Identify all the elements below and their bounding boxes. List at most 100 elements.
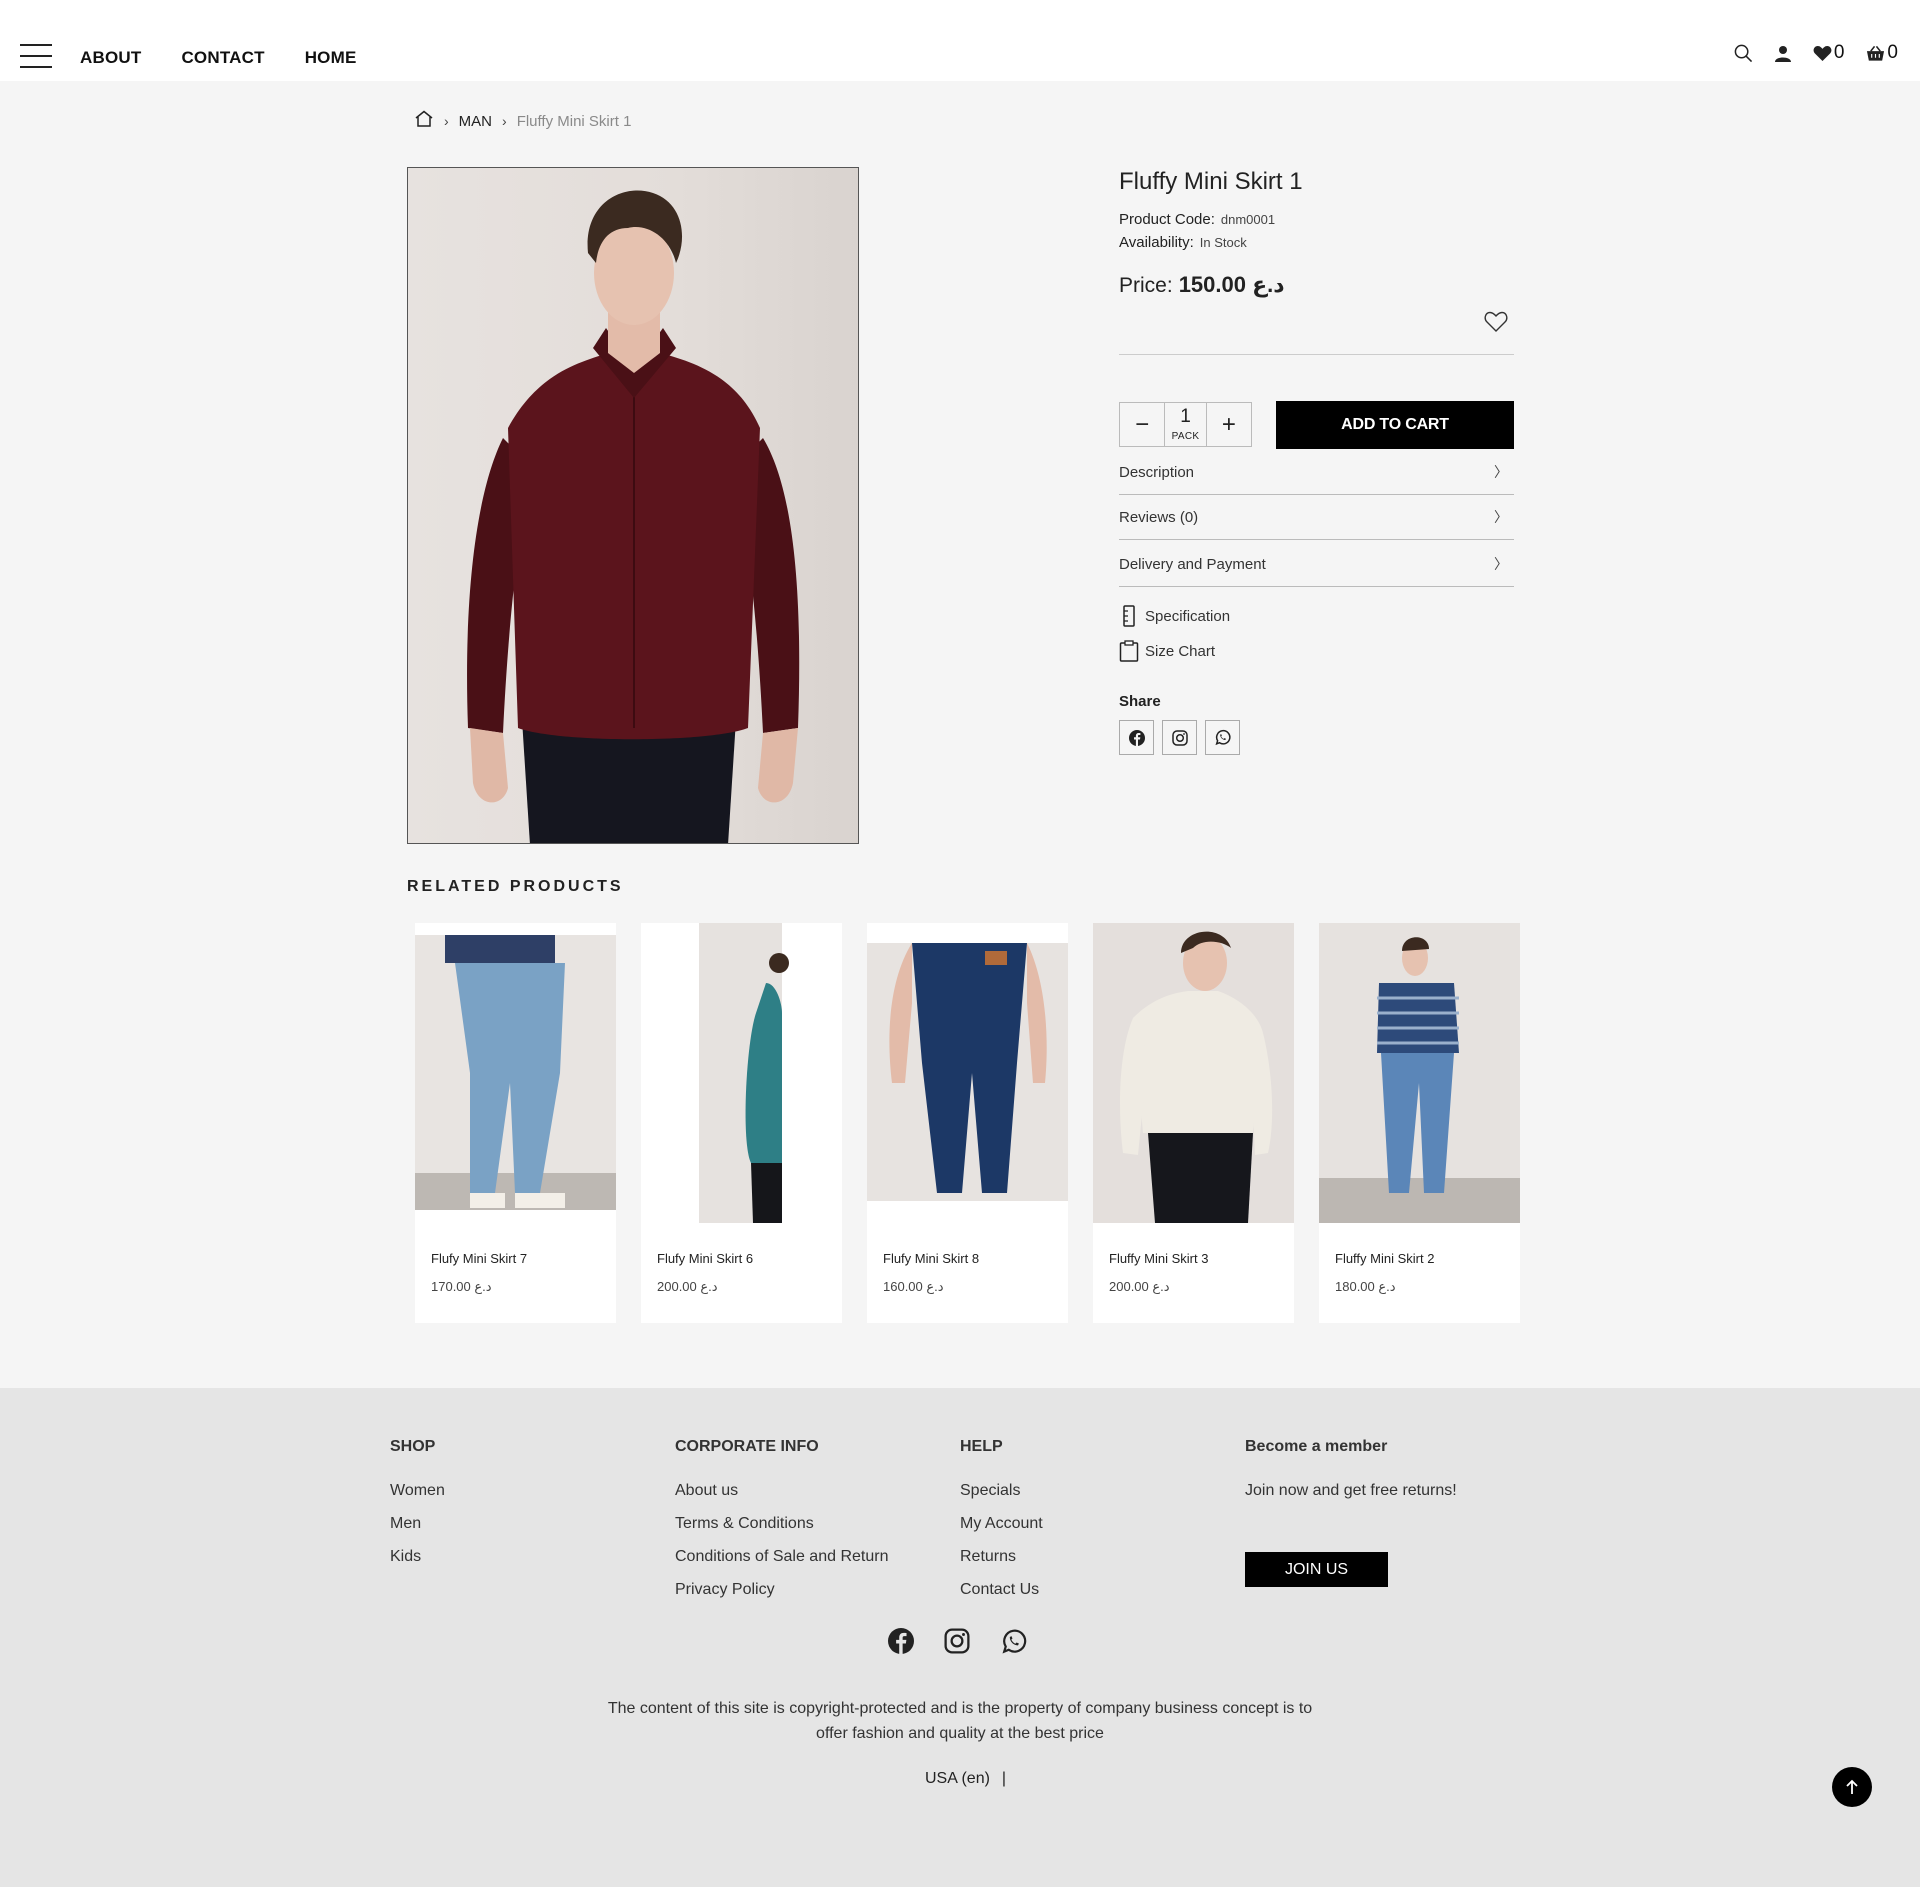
size-chart-link[interactable]: Size Chart (1119, 640, 1215, 662)
footer-help-title: HELP (960, 1438, 1003, 1455)
accordion-label: Reviews (0) (1119, 508, 1199, 526)
product-card[interactable]: Flufy Mini Skirt 7 170.00 د.ع (415, 923, 616, 1323)
add-to-cart-button[interactable]: ADD TO CART (1276, 401, 1514, 449)
footer-member-text: Join now and get free returns! (1245, 1482, 1457, 1499)
product-card-image (641, 923, 842, 1223)
product-card-name: Fluffy Mini Skirt 2 (1335, 1251, 1435, 1266)
footer-link-contact[interactable]: Contact Us (960, 1573, 1043, 1606)
footer-link-women[interactable]: Women (390, 1474, 445, 1507)
arrow-up-icon (1846, 1779, 1858, 1794)
footer-link-conditions[interactable]: Conditions of Sale and Return (675, 1540, 888, 1573)
product-card-price: 200.00 د.ع (657, 1279, 718, 1294)
footer-corporate-column: CORPORATE INFO About us Terms & Conditio… (675, 1438, 888, 1606)
product-card-name: Flufy Mini Skirt 8 (883, 1251, 980, 1266)
footer-link-account[interactable]: My Account (960, 1507, 1043, 1540)
quantity-value: 1 (1180, 406, 1191, 427)
locale-selector[interactable]: USA (en) | (925, 1770, 1006, 1788)
related-products-title: RELATED PRODUCTS (407, 878, 624, 895)
home-icon[interactable] (414, 110, 434, 132)
back-to-top-button[interactable] (1832, 1767, 1872, 1807)
product-card-name: Flufy Mini Skirt 6 (657, 1251, 754, 1266)
product-card-price: 160.00 د.ع (883, 1279, 944, 1294)
footer-link-specials[interactable]: Specials (960, 1474, 1043, 1507)
decrease-quantity-button[interactable]: − (1120, 403, 1164, 446)
chevron-right-icon: 〉 (1494, 509, 1508, 525)
product-card-image (1093, 923, 1294, 1223)
footer-help-column: HELP Specials My Account Returns Contact… (960, 1438, 1043, 1606)
account-icon[interactable] (1774, 45, 1791, 62)
chevron-right-icon: 〉 (1494, 556, 1508, 572)
product-card-image (867, 923, 1068, 1223)
facebook-icon[interactable] (888, 1628, 914, 1660)
clipboard-icon (1119, 640, 1139, 662)
availability-value: In Stock (1199, 235, 1247, 250)
footer-member-column: Become a member Join now and get free re… (1245, 1438, 1485, 1598)
share-facebook-button[interactable] (1119, 720, 1154, 755)
breadcrumb-chevron-icon: › (444, 113, 449, 129)
accordion-label: Description (1119, 463, 1195, 481)
menu-icon[interactable] (20, 42, 52, 70)
footer-link-about[interactable]: About us (675, 1474, 888, 1507)
product-price: Price: 150.00 د.ع (1119, 272, 1514, 298)
share-instagram-button[interactable] (1162, 720, 1197, 755)
price-amount: 150.00 د.ع (1178, 272, 1285, 297)
breadcrumb: › MAN › Fluffy Mini Skirt 1 (414, 110, 631, 132)
footer-link-terms[interactable]: Terms & Conditions (675, 1507, 888, 1540)
nav-home[interactable]: HOME (305, 48, 357, 68)
footer-link-returns[interactable]: Returns (960, 1540, 1043, 1573)
specification-link[interactable]: Specification (1119, 605, 1230, 627)
ruler-icon (1123, 605, 1135, 627)
product-main-image[interactable] (407, 167, 859, 844)
product-card[interactable]: Fluffy Mini Skirt 2 180.00 د.ع (1319, 923, 1520, 1323)
add-to-wishlist-heart-icon[interactable] (1484, 311, 1508, 338)
share-label: Share (1119, 693, 1161, 710)
product-card[interactable]: Flufy Mini Skirt 8 160.00 د.ع (867, 923, 1068, 1323)
product-code: dnm0001 (1220, 212, 1276, 227)
product-code-label: Product Code: (1119, 211, 1215, 228)
wishlist-button[interactable]: 0 (1813, 42, 1845, 64)
facebook-icon (1128, 729, 1145, 746)
header-actions: 0 0 (1734, 42, 1898, 64)
join-us-button[interactable]: JOIN US (1245, 1552, 1388, 1587)
footer-link-privacy[interactable]: Privacy Policy (675, 1573, 888, 1606)
divider (1119, 354, 1514, 355)
share-whatsapp-button[interactable] (1205, 720, 1240, 755)
accordion-delivery[interactable]: Delivery and Payment 〉 (1119, 542, 1514, 587)
main-nav: ABOUT CONTACT HOME (80, 48, 357, 68)
wishlist-count: 0 (1833, 42, 1845, 63)
whatsapp-icon (1215, 729, 1231, 746)
quantity-display[interactable]: 1 PACK (1164, 403, 1207, 446)
product-card[interactable]: Fluffy Mini Skirt 3 200.00 د.ع (1093, 923, 1294, 1323)
product-card-price: 200.00 د.ع (1109, 1279, 1170, 1294)
product-card-price: 170.00 د.ع (431, 1279, 492, 1294)
nav-contact[interactable]: CONTACT (181, 48, 264, 68)
specification-label: Specification (1145, 607, 1231, 625)
breadcrumb-category[interactable]: MAN (459, 113, 492, 130)
nav-about[interactable]: ABOUT (80, 48, 141, 68)
breadcrumb-current: Fluffy Mini Skirt 1 (516, 112, 632, 130)
product-meta: Product Code: dnm0001 Availability: In Sto… (1119, 208, 1514, 254)
increase-quantity-button[interactable]: + (1207, 403, 1251, 446)
footer-shop-title: SHOP (390, 1438, 436, 1455)
product-info: Fluffy Mini Skirt 1 Product Code: dnm0001… (1119, 168, 1514, 755)
product-card-image (415, 923, 616, 1223)
footer-link-men[interactable]: Men (390, 1507, 445, 1540)
whatsapp-icon[interactable] (1000, 1628, 1027, 1660)
instagram-icon[interactable] (944, 1628, 970, 1660)
cart-count: 0 (1887, 42, 1898, 63)
product-title: Fluffy Mini Skirt 1 (1119, 168, 1303, 195)
product-card-image (1319, 923, 1520, 1223)
site-footer: SHOP Women Men Kids CORPORATE INFO About… (0, 1388, 1920, 1887)
footer-link-kids[interactable]: Kids (390, 1540, 445, 1573)
size-chart-label: Size Chart (1145, 642, 1216, 660)
basket-icon (1867, 45, 1885, 61)
cart-button[interactable]: 0 (1866, 42, 1898, 64)
product-card-name: Flufy Mini Skirt 7 (431, 1251, 528, 1266)
product-card[interactable]: Flufy Mini Skirt 6 200.00 د.ع (641, 923, 842, 1323)
accordion-description[interactable]: Description 〉 (1119, 450, 1514, 495)
copyright-text: The content of this site is copyright-pr… (607, 1700, 1313, 1742)
accordion-reviews[interactable]: Reviews (0) 〉 (1119, 495, 1514, 540)
quantity-stepper: − 1 PACK + (1119, 402, 1252, 447)
footer-corporate-title: CORPORATE INFO (675, 1438, 819, 1455)
search-icon[interactable] (1734, 44, 1753, 63)
